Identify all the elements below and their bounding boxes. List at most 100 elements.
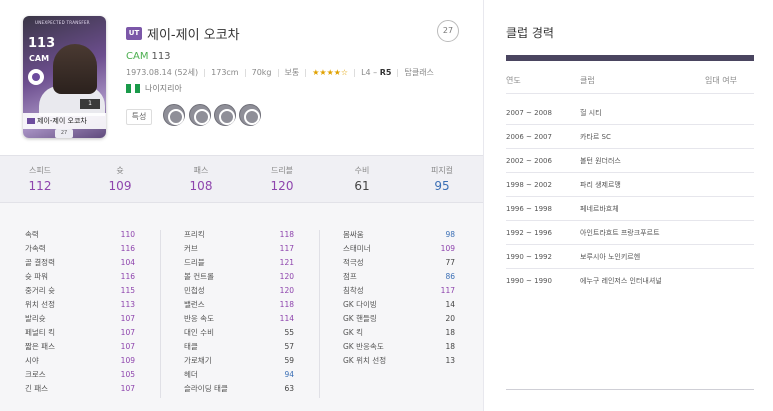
stat-name: 스태미너 bbox=[343, 244, 371, 253]
summary-stat-label: 드리블 bbox=[270, 166, 294, 175]
summary-stats: 스피드 112 슛 109 패스 108 드리블 120 수비 61 피지컬 95 bbox=[0, 155, 483, 203]
stat-value: 63 bbox=[284, 384, 294, 393]
stat-name: 긴 패스 bbox=[25, 384, 49, 393]
season-number-badge[interactable]: 27 bbox=[437, 20, 459, 42]
summary-stat-value: 108 bbox=[189, 179, 213, 193]
stat-row: 페널티 킥 107 bbox=[25, 326, 135, 340]
stat-value: 115 bbox=[120, 286, 135, 295]
reputation: 탑클래스 bbox=[404, 68, 434, 77]
stat-name: 민첩성 bbox=[184, 286, 205, 295]
club-history-row: 1990 ~ 1992 보루시아 노인키르헨 bbox=[506, 245, 754, 269]
card-tagline: UNEXPECTED TRANSFER bbox=[35, 20, 90, 25]
card-name-bar: 제이-제이 오코차 bbox=[23, 113, 106, 129]
club-year: 2006 ~ 2007 bbox=[506, 133, 552, 141]
stat-row: 크로스 105 bbox=[25, 368, 135, 382]
stat-value: 107 bbox=[120, 342, 135, 351]
summary-stat-value: 112 bbox=[28, 179, 52, 193]
divider bbox=[397, 68, 399, 77]
stat-value: 116 bbox=[120, 272, 135, 281]
club-name: 헐 시티 bbox=[580, 109, 602, 117]
trait-2-icon[interactable] bbox=[189, 104, 211, 126]
stat-value: 57 bbox=[284, 342, 294, 351]
season-badge-icon: UT bbox=[126, 27, 142, 40]
stat-name: 적극성 bbox=[343, 258, 364, 267]
header-year: 연도 bbox=[506, 76, 521, 85]
stat-row: 드리블 121 bbox=[184, 256, 294, 270]
stat-value: 107 bbox=[120, 384, 135, 393]
stat-row: 가로채기 59 bbox=[184, 354, 294, 368]
player-detail-page: UNEXPECTED TRANSFER 113 CAM 1 제이-제이 오코차 … bbox=[0, 0, 773, 411]
stat-row: 가속력 116 bbox=[25, 242, 135, 256]
position-row: CAM 113 bbox=[126, 51, 171, 62]
divider bbox=[204, 68, 206, 77]
stat-value: 13 bbox=[445, 356, 455, 365]
club-year: 1992 ~ 1996 bbox=[506, 229, 552, 237]
stat-value: 107 bbox=[120, 314, 135, 323]
player-info-row: 1973.08.14 (52세) 173cm 70kg 보통 ★★★★☆ L4 … bbox=[126, 67, 434, 78]
club-year: 1996 ~ 1998 bbox=[506, 205, 552, 213]
stat-row: 대인 수비 55 bbox=[184, 326, 294, 340]
stat-value: 105 bbox=[120, 370, 135, 379]
club-name: 페네르바흐체 bbox=[580, 205, 619, 213]
stat-value: 18 bbox=[445, 342, 455, 351]
divider bbox=[277, 68, 279, 77]
club-history-bar bbox=[506, 55, 754, 61]
nation-name: 나이지리아 bbox=[145, 84, 182, 93]
stat-name: 프리킥 bbox=[184, 230, 205, 239]
club-history-row: 1992 ~ 1996 아인트라흐트 프랑크푸르트 bbox=[506, 221, 754, 245]
stat-name: 반응 속도 bbox=[184, 314, 214, 323]
club-history-row: 2006 ~ 2007 카타르 SC bbox=[506, 125, 754, 149]
birth-date: 1973.08.14 (52세) bbox=[126, 68, 199, 77]
stat-name: 시야 bbox=[25, 356, 39, 365]
card-position: CAM bbox=[29, 54, 50, 63]
stat-row: GK 반응속도 18 bbox=[343, 340, 455, 354]
stat-row: 커브 117 bbox=[184, 242, 294, 256]
club-year: 1990 ~ 1990 bbox=[506, 277, 552, 285]
stat-row: 스태미너 109 bbox=[343, 242, 455, 256]
player-name: 제이-제이 오코차 bbox=[147, 28, 240, 43]
stat-value: 120 bbox=[279, 286, 294, 295]
card-name: 제이-제이 오코차 bbox=[37, 117, 87, 125]
player-image bbox=[53, 44, 97, 94]
stat-value: 109 bbox=[120, 356, 135, 365]
stat-value: 94 bbox=[284, 370, 294, 379]
club-year: 1998 ~ 2002 bbox=[506, 181, 552, 189]
stat-name: GK 핸들링 bbox=[343, 314, 377, 323]
stat-value: 118 bbox=[279, 300, 294, 309]
trait-4-icon[interactable] bbox=[239, 104, 261, 126]
divider bbox=[354, 68, 356, 77]
card-level: 27 bbox=[55, 129, 73, 138]
club-year: 1990 ~ 1992 bbox=[506, 253, 552, 261]
stat-row: 중거리 슛 115 bbox=[25, 284, 135, 298]
club-year: 2002 ~ 2006 bbox=[506, 157, 552, 165]
stat-name: 가속력 bbox=[25, 244, 46, 253]
stat-row: 헤더 94 bbox=[184, 368, 294, 382]
stat-value: 114 bbox=[279, 314, 294, 323]
summary-stat: 피지컬 95 bbox=[412, 165, 472, 193]
nigeria-flag-icon bbox=[126, 84, 141, 93]
stats-column-2: 프리킥 118 커브 117 드리블 121 볼 컨트롤 120 민첩성 120 밸런스 118 반응 … bbox=[184, 228, 294, 396]
trait-1-icon[interactable] bbox=[163, 104, 185, 126]
player-info-panel: UNEXPECTED TRANSFER 113 CAM 1 제이-제이 오코차 … bbox=[0, 0, 483, 411]
stat-name: 밸런스 bbox=[184, 300, 205, 309]
summary-stat-label: 피지컬 bbox=[430, 166, 454, 175]
stat-value: 117 bbox=[440, 286, 455, 295]
header-divider bbox=[506, 93, 754, 94]
stat-row: 위치 선정 113 bbox=[25, 298, 135, 312]
stat-name: 슛 파워 bbox=[25, 272, 49, 281]
trait-3-icon[interactable] bbox=[214, 104, 236, 126]
header-club: 클럽 bbox=[580, 76, 595, 85]
club-history-row: 1998 ~ 2002 파리 생제르맹 bbox=[506, 173, 754, 197]
summary-stat-label: 패스 bbox=[193, 166, 209, 175]
divider bbox=[305, 68, 307, 77]
stat-row: GK 킥 18 bbox=[343, 326, 455, 340]
stat-value: 116 bbox=[120, 244, 135, 253]
stat-value: 109 bbox=[440, 244, 455, 253]
stat-row: 속력 110 bbox=[25, 228, 135, 242]
summary-stat-label: 슛 bbox=[116, 166, 124, 175]
club-year: 2007 ~ 2008 bbox=[506, 109, 552, 117]
detailed-stats: 속력 110 가속력 116 골 결정력 104 슛 파워 116 중거리 슛 115 위치 선정 1… bbox=[0, 204, 483, 411]
stat-name: 속력 bbox=[25, 230, 39, 239]
weight: 70kg bbox=[251, 68, 272, 77]
header-loan: 임대 여부 bbox=[705, 76, 737, 85]
